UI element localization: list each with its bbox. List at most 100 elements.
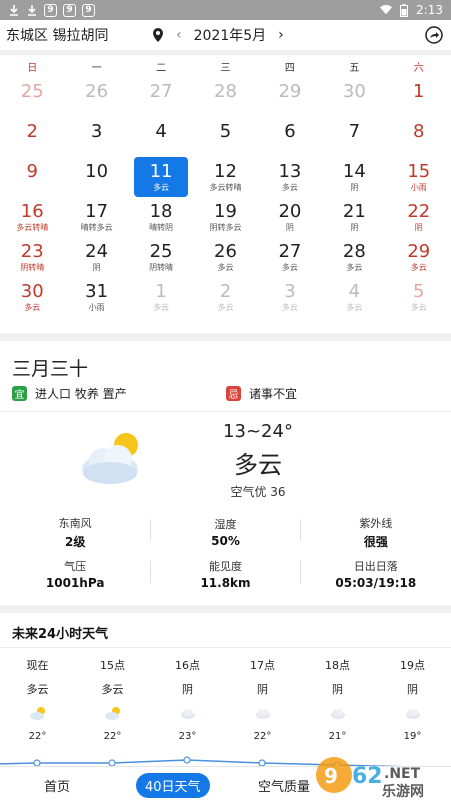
calendar-day[interactable]: 3 [64,117,128,157]
day-weather: 晴转多云 [80,222,113,232]
day-weather: 多云 [281,262,298,272]
calendar-day[interactable]: 27 多云 [258,237,322,277]
day-weather: 多云 [346,302,363,312]
day-number: 27 [278,240,302,262]
calendar-day[interactable]: 29 [258,77,322,117]
calendar-day[interactable]: 1 [387,77,451,117]
yi-tag: 宜 [12,386,27,401]
cloud-icon [404,705,422,719]
ji-tag: 忌 [226,386,241,401]
calendar-day[interactable]: 10 [64,157,128,197]
day-number: 2 [219,280,232,302]
calendar-day[interactable]: 23 阴转晴 [0,237,64,277]
calendar-day[interactable]: 7 [322,117,386,157]
nav-home[interactable]: 首页 [44,776,70,795]
day-number: 4 [155,120,167,142]
calendar-day[interactable]: 25 [0,77,64,117]
calendar-day[interactable]: 2 [0,117,64,157]
metric-value: 1001hPa [45,576,105,590]
calendar-day[interactable]: 26 [64,77,128,117]
day-weather: 晴转阴 [149,222,174,232]
weather-condition: 多云 [234,451,282,479]
calendar-day[interactable]: 8 [387,117,451,157]
calendar-day[interactable]: 26 多云 [193,237,257,277]
day-weather: 阴转晴 [149,262,174,272]
calendar-day[interactable]: 27 [129,77,193,117]
calendar-day[interactable]: 4 [129,117,193,157]
day-weather: 多云 [346,262,363,272]
chevron-right-icon[interactable]: › [278,27,284,43]
calendar-day[interactable]: 15 小雨 [387,157,451,197]
day-number: 24 [85,240,109,262]
download-icon [8,4,20,16]
calendar-day[interactable]: 19 阴转多云 [193,197,257,237]
notification-badge: 9 [82,3,95,17]
hour-condition: 多云 [101,683,124,696]
day-number: 23 [20,240,44,262]
day-number: 5 [219,120,232,142]
calendar-day[interactable]: 3 多云 [258,277,322,317]
calendar-day[interactable]: 13 多云 [258,157,322,197]
hour-temperature: 22° [253,731,272,742]
day-number: 15 [407,160,431,182]
ji-section: 忌 诸事不宜 [226,385,297,402]
calendar-day[interactable]: 22 阴 [387,197,451,237]
hour-condition: 阴 [182,683,193,696]
metric-value: 2级 [64,534,86,549]
hour-item: 16点阴 23° [150,657,225,742]
calendar-day[interactable]: 21 阴 [322,197,386,237]
nav-air-quality[interactable]: 空气质量 [258,776,310,795]
calendar-day[interactable]: 5 多云 [387,277,451,317]
location-pin-icon[interactable] [152,28,164,42]
month-label[interactable]: 2021年5月 [194,25,267,45]
cloud-icon [179,705,197,719]
day-weather: 多云 [410,302,427,312]
calendar-day[interactable]: 4 多云 [322,277,386,317]
calendar-day[interactable]: 9 [0,157,64,197]
share-icon[interactable] [425,26,443,44]
calendar-day[interactable]: 28 多云 [322,237,386,277]
divider [0,647,451,648]
calendar-day[interactable]: 14 阴 [322,157,386,197]
location-label[interactable]: 东城区 锡拉胡同 [6,25,108,45]
hour-temperature: 23° [178,731,197,742]
cloud-icon [254,705,272,719]
calendar-day[interactable]: 1 多云 [129,277,193,317]
hour-item: 现在 多云 22° [0,657,75,742]
calendar-day[interactable]: 18 晴转阴 [129,197,193,237]
calendar-day[interactable]: 16 多云转晴 [0,197,64,237]
hour-time: 17点 [250,659,275,672]
air-quality[interactable]: 空气优 36 [0,483,451,500]
day-weather: 阴 [285,222,294,232]
calendar-day[interactable]: 6 [258,117,322,157]
day-weather: 阴 [414,222,423,232]
chevron-left-icon[interactable]: ‹ [176,27,182,43]
calendar-day[interactable]: 31 小雨 [64,277,128,317]
day-number: 20 [278,200,302,222]
calendar-day[interactable]: 12 多云转晴 [193,157,257,197]
day-weather: 阴 [92,262,101,272]
calendar-day[interactable]: 30 多云 [0,277,64,317]
calendar-day-selected[interactable]: 11 多云 [129,157,193,197]
calendar-day[interactable]: 28 [193,77,257,117]
calendar-day[interactable]: 5 [193,117,257,157]
calendar-day[interactable]: 2 多云 [193,277,257,317]
calendar-day[interactable]: 20 阴 [258,197,322,237]
hour-temperature: 22° [28,731,47,742]
day-weather: 多云 [281,302,298,312]
hour-time: 15点 [100,659,125,672]
lunar-date: 三月三十 [12,358,89,380]
yi-text: 进人口 牧养 置产 [35,387,127,401]
calendar-day[interactable]: 30 [322,77,386,117]
calendar-day[interactable]: 17 晴转多云 [64,197,128,237]
calendar-day[interactable]: 29 多云 [387,237,451,277]
hour-time: 19点 [400,659,425,672]
hour-condition: 阴 [257,683,268,696]
day-weather: 多云转晴 [209,182,242,192]
hourly-list[interactable]: 现在 多云 22° 15点 多云 22° 16点阴 23° 17点阴 22° 18点阴 21° 19点阴… [0,657,451,742]
nav-40day-weather[interactable]: 40日天气 [136,773,210,798]
weekday-label: 四 [284,62,295,74]
calendar-day[interactable]: 24 阴 [64,237,128,277]
hour-temperature: 19° [403,731,422,742]
calendar-day[interactable]: 25 阴转晴 [129,237,193,277]
